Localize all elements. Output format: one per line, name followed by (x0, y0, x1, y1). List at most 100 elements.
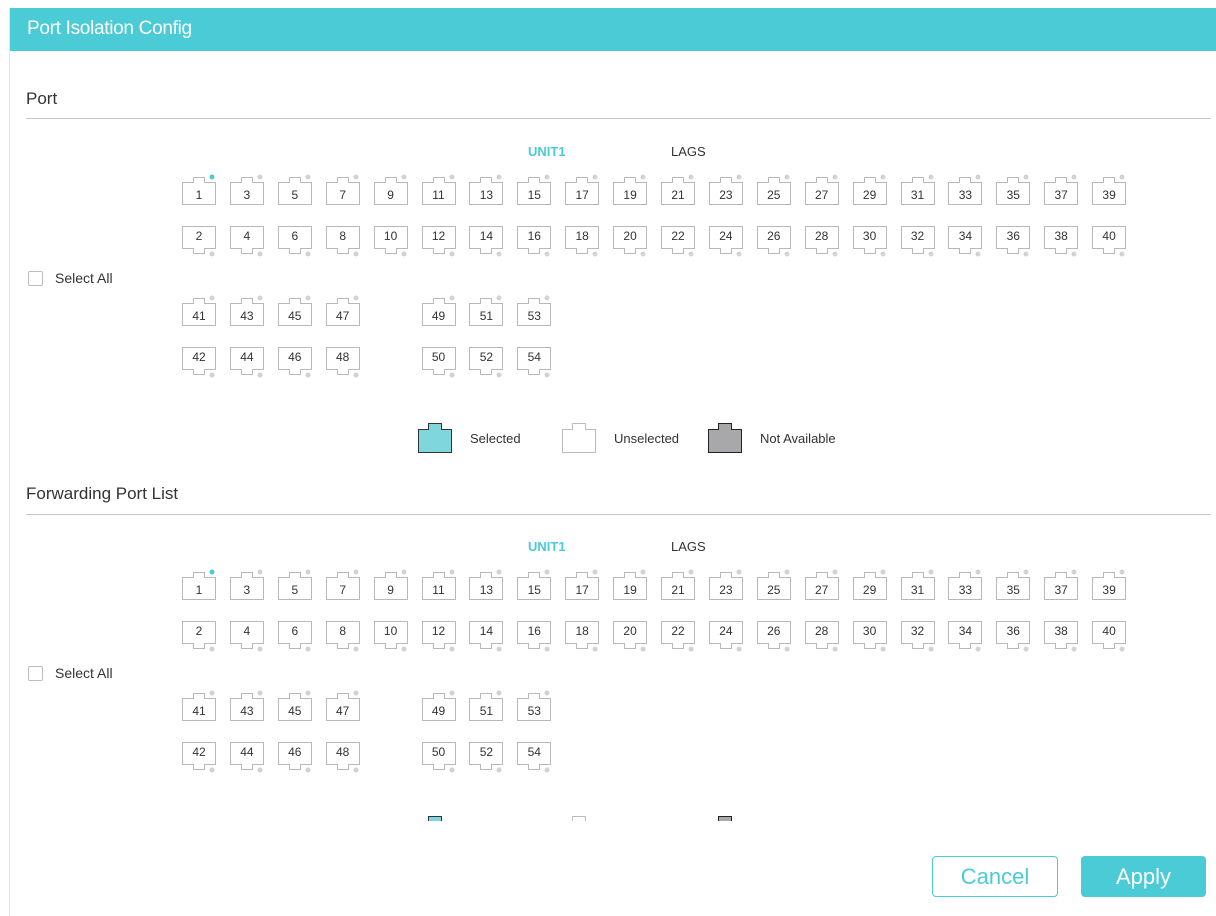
port-35[interactable]: 35 (996, 174, 1031, 208)
port-26[interactable]: 26 (756, 223, 791, 257)
port-46[interactable]: 46 (277, 739, 312, 773)
port-51[interactable]: 51 (469, 295, 504, 329)
port-48[interactable]: 48 (325, 344, 360, 378)
port-4[interactable]: 4 (229, 618, 264, 652)
port-11[interactable]: 11 (421, 569, 456, 603)
port-16[interactable]: 16 (517, 618, 552, 652)
port-30[interactable]: 30 (852, 223, 887, 257)
port-19[interactable]: 19 (613, 174, 648, 208)
port-45[interactable]: 45 (277, 295, 312, 329)
port-20[interactable]: 20 (613, 223, 648, 257)
port-54[interactable]: 54 (517, 739, 552, 773)
port-16[interactable]: 16 (517, 223, 552, 257)
select-all-forwarding[interactable]: Select All (28, 665, 113, 681)
port-54[interactable]: 54 (517, 344, 552, 378)
port-32[interactable]: 32 (900, 618, 935, 652)
port-7[interactable]: 7 (325, 174, 360, 208)
port-47[interactable]: 47 (325, 690, 360, 724)
port-15[interactable]: 15 (517, 174, 552, 208)
port-12[interactable]: 12 (421, 618, 456, 652)
port-11[interactable]: 11 (421, 174, 456, 208)
port-36[interactable]: 36 (996, 618, 1031, 652)
port-39[interactable]: 39 (1092, 174, 1127, 208)
unit-tab-label[interactable]: UNIT1 (528, 539, 566, 554)
port-52[interactable]: 52 (469, 344, 504, 378)
port-45[interactable]: 45 (277, 690, 312, 724)
port-5[interactable]: 5 (277, 569, 312, 603)
port-43[interactable]: 43 (229, 295, 264, 329)
port-9[interactable]: 9 (373, 569, 408, 603)
port-40[interactable]: 40 (1092, 223, 1127, 257)
port-7[interactable]: 7 (325, 569, 360, 603)
port-20[interactable]: 20 (613, 618, 648, 652)
port-4[interactable]: 4 (229, 223, 264, 257)
port-29[interactable]: 29 (852, 174, 887, 208)
port-53[interactable]: 53 (517, 690, 552, 724)
port-44[interactable]: 44 (229, 344, 264, 378)
port-13[interactable]: 13 (469, 174, 504, 208)
port-15[interactable]: 15 (517, 569, 552, 603)
port-5[interactable]: 5 (277, 174, 312, 208)
port-18[interactable]: 18 (565, 618, 600, 652)
port-10[interactable]: 10 (373, 618, 408, 652)
port-30[interactable]: 30 (852, 618, 887, 652)
port-39[interactable]: 39 (1092, 569, 1127, 603)
port-42[interactable]: 42 (182, 739, 216, 773)
port-34[interactable]: 34 (948, 618, 983, 652)
port-3[interactable]: 3 (229, 174, 264, 208)
port-36[interactable]: 36 (996, 223, 1031, 257)
cancel-button[interactable]: Cancel (932, 856, 1058, 897)
select-all-port[interactable]: Select All (28, 270, 113, 286)
port-2[interactable]: 2 (182, 618, 216, 652)
port-22[interactable]: 22 (661, 223, 695, 257)
port-32[interactable]: 32 (900, 223, 935, 257)
port-21[interactable]: 21 (661, 174, 695, 208)
port-1[interactable]: 1 (182, 174, 216, 208)
port-6[interactable]: 6 (277, 223, 312, 257)
port-27[interactable]: 27 (804, 569, 839, 603)
port-42[interactable]: 42 (182, 344, 216, 378)
port-37[interactable]: 37 (1044, 569, 1079, 603)
port-25[interactable]: 25 (756, 174, 791, 208)
port-49[interactable]: 49 (421, 690, 456, 724)
port-19[interactable]: 19 (613, 569, 648, 603)
select-all-checkbox[interactable] (28, 665, 43, 681)
port-53[interactable]: 53 (517, 295, 552, 329)
port-31[interactable]: 31 (900, 174, 935, 208)
unit-tab-label[interactable]: UNIT1 (528, 144, 566, 159)
port-43[interactable]: 43 (229, 690, 264, 724)
port-12[interactable]: 12 (421, 223, 456, 257)
port-25[interactable]: 25 (756, 569, 791, 603)
port-21[interactable]: 21 (661, 569, 695, 603)
port-26[interactable]: 26 (756, 618, 791, 652)
port-52[interactable]: 52 (469, 739, 504, 773)
port-41[interactable]: 41 (182, 295, 216, 329)
port-51[interactable]: 51 (469, 690, 504, 724)
port-38[interactable]: 38 (1044, 223, 1079, 257)
port-31[interactable]: 31 (900, 569, 935, 603)
port-6[interactable]: 6 (277, 618, 312, 652)
port-49[interactable]: 49 (421, 295, 456, 329)
select-all-checkbox[interactable] (28, 270, 43, 286)
lags-tab-label[interactable]: LAGS (671, 539, 706, 554)
port-47[interactable]: 47 (325, 295, 360, 329)
port-48[interactable]: 48 (325, 739, 360, 773)
port-35[interactable]: 35 (996, 569, 1031, 603)
port-17[interactable]: 17 (565, 174, 600, 208)
port-44[interactable]: 44 (229, 739, 264, 773)
port-18[interactable]: 18 (565, 223, 600, 257)
port-13[interactable]: 13 (469, 569, 504, 603)
port-29[interactable]: 29 (852, 569, 887, 603)
port-17[interactable]: 17 (565, 569, 600, 603)
port-10[interactable]: 10 (373, 223, 408, 257)
port-23[interactable]: 23 (708, 569, 743, 603)
port-34[interactable]: 34 (948, 223, 983, 257)
port-27[interactable]: 27 (804, 174, 839, 208)
apply-button[interactable]: Apply (1081, 856, 1206, 897)
port-2[interactable]: 2 (182, 223, 216, 257)
port-22[interactable]: 22 (661, 618, 695, 652)
port-28[interactable]: 28 (804, 618, 839, 652)
port-33[interactable]: 33 (948, 569, 983, 603)
port-38[interactable]: 38 (1044, 618, 1079, 652)
port-24[interactable]: 24 (708, 618, 743, 652)
